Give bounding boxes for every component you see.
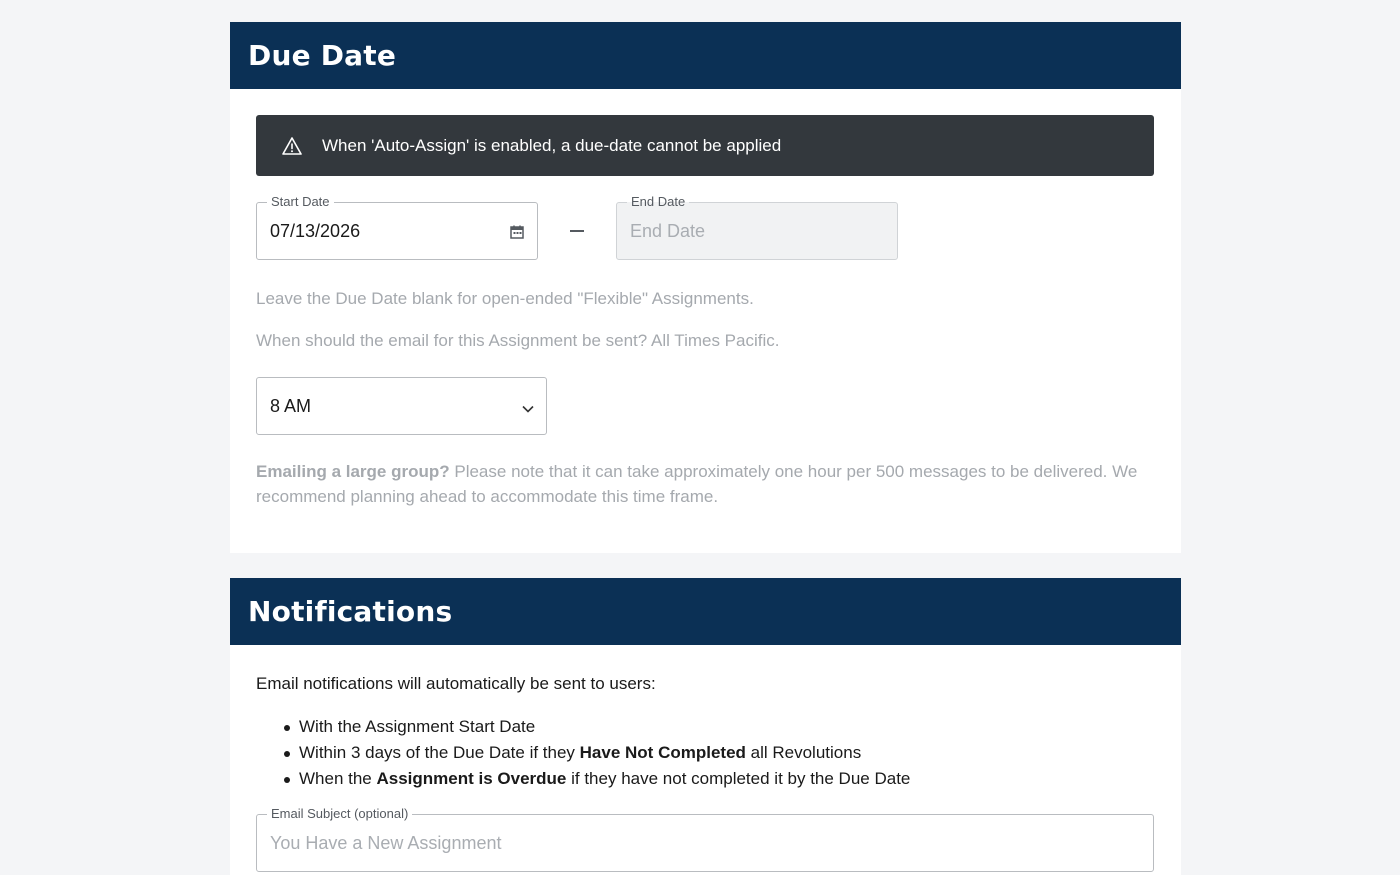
list-item-text: all Revolutions <box>745 743 862 762</box>
start-date-field[interactable]: Start Date 07/13/2026 <box>256 195 538 260</box>
end-date-placeholder[interactable]: End Date <box>630 221 705 242</box>
warning-icon <box>282 136 302 156</box>
start-date-value[interactable]: 07/13/2026 <box>270 221 360 242</box>
send-time-value: 8 AM <box>270 395 312 416</box>
due-date-title: Due Date <box>248 39 397 72</box>
email-time-hint: When should the email for this Assignmen… <box>256 331 780 350</box>
end-date-field[interactable]: End Date End Date <box>616 195 898 260</box>
email-subject-field[interactable]: Email Subject (optional) You Have a New … <box>256 807 1154 872</box>
due-date-header: Due Date <box>230 22 1181 89</box>
list-item-text: if they have not completed it by the Due… <box>566 769 911 788</box>
large-group-note: Emailing a large group? Please note that… <box>256 459 1166 509</box>
flexible-hint: Leave the Due Date blank for open-ended … <box>256 289 754 308</box>
large-group-lead: Emailing a large group? <box>256 462 450 481</box>
alert-text: When 'Auto-Assign' is enabled, a due-dat… <box>322 135 782 155</box>
list-item-text: With the Assignment Start Date <box>299 717 536 736</box>
notifications-header: Notifications <box>230 578 1181 645</box>
list-item-bold: Assignment is Overdue <box>376 769 567 788</box>
calendar-icon[interactable] <box>509 224 525 240</box>
send-time-select[interactable]: 8 AM <box>256 377 547 435</box>
list-item: Within 3 days of the Due Date if they Ha… <box>282 740 910 766</box>
start-date-label: Start Date <box>267 195 334 209</box>
notifications-title: Notifications <box>248 595 453 628</box>
chevron-down-icon[interactable] <box>521 400 535 414</box>
end-date-label: End Date <box>627 195 690 209</box>
list-item-text: When the <box>299 769 377 788</box>
auto-assign-alert: When 'Auto-Assign' is enabled, a due-dat… <box>256 115 1154 176</box>
notification-list: With the Assignment Start Date Within 3 … <box>282 714 910 792</box>
list-item-text: Within 3 days of the Due Date if they <box>299 743 580 762</box>
list-item-bold: Have Not Completed <box>579 743 746 762</box>
email-subject-label: Email Subject (optional) <box>267 807 413 821</box>
email-subject-placeholder[interactable]: You Have a New Assignment <box>270 833 501 854</box>
list-item: With the Assignment Start Date <box>282 714 910 740</box>
notifications-card: Notifications Email notifications will a… <box>230 578 1181 875</box>
notifications-intro: Email notifications will automatically b… <box>256 674 656 693</box>
due-date-card: Due Date When 'Auto-Assign' is enabled, … <box>230 22 1181 553</box>
list-item: When the Assignment is Overdue if they h… <box>282 766 910 792</box>
date-range-separator <box>570 230 584 232</box>
